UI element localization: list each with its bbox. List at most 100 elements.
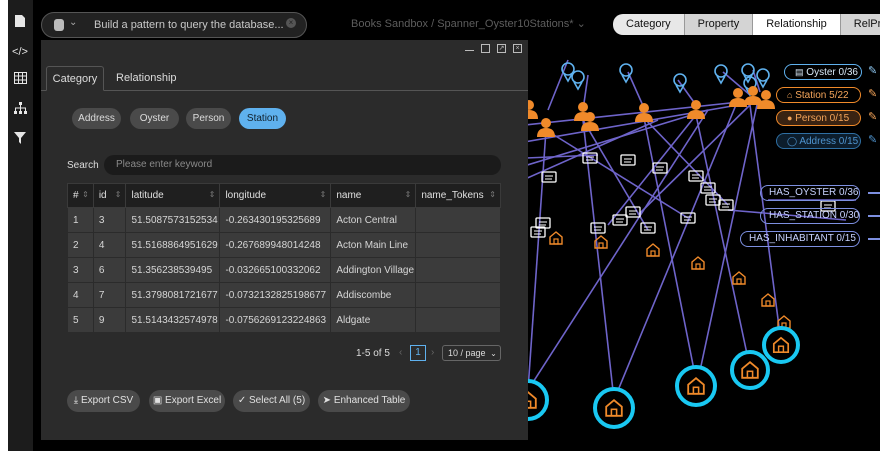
legend-has-oyster-label: HAS_OYSTER 0/36	[769, 187, 859, 198]
export-excel-label: Export Excel	[165, 395, 222, 406]
brush-icon[interactable]: ✎	[868, 110, 877, 123]
sort-icon[interactable]: ⇕	[320, 190, 327, 199]
panel-tabs: Category Relationship	[41, 66, 528, 91]
legend-oyster[interactable]: ▤ Oyster 0/36	[784, 64, 862, 80]
column-header[interactable]: longitude ⇕	[219, 183, 332, 208]
cell-latitude: 51.5087573152534	[125, 207, 221, 233]
pagination-page[interactable]: 1	[410, 345, 426, 361]
table-row[interactable]: 2 4 51.5168864951629 -0.267689948014248 …	[67, 232, 501, 258]
export-excel-button[interactable]: ▣ Export Excel	[149, 390, 225, 412]
legend-has-oyster[interactable]: HAS_OYSTER 0/36	[760, 185, 860, 201]
person-nodes	[520, 86, 775, 137]
document-icon[interactable]	[12, 14, 28, 30]
tab-relationship[interactable]: Relationship	[116, 66, 177, 91]
brush-icon[interactable]: ✎	[868, 87, 877, 100]
cell-latitude: 51.5168864951629	[125, 232, 221, 258]
cell-index: 3	[67, 257, 94, 283]
clear-icon[interactable]: ×	[286, 18, 296, 28]
legend-address[interactable]: ◯ Address 0/15	[776, 133, 861, 149]
popout-icon[interactable]: ↗	[497, 44, 506, 53]
document-title[interactable]: Books Sandbox / Spanner_Oyster10Stations…	[351, 17, 586, 30]
tab-property[interactable]: Property	[684, 14, 754, 35]
sort-icon[interactable]: ⇕	[82, 190, 89, 199]
legend-has-station-label: HAS_STATION 0/30	[769, 210, 860, 221]
legend-has-inhabitant-label: HAS_INHABITANT 0/15	[749, 233, 856, 244]
cell-latitude: 51.5143432574978	[125, 307, 221, 333]
tab-relproperty[interactable]: RelProperty	[840, 14, 880, 35]
column-header[interactable]: id ⇕	[92, 183, 127, 208]
legend-station[interactable]: ⌂ Station 5/22	[776, 87, 861, 103]
rel-color-swatch	[868, 238, 880, 240]
app-window: </> ⌄ Build a pattern to query the datab…	[8, 0, 880, 451]
cell-name-tokens	[415, 307, 501, 333]
sort-icon[interactable]: ⇕	[209, 190, 216, 199]
cell-latitude: 51.3798081721677	[125, 282, 221, 308]
cell-longitude: -0.032665100332062	[219, 257, 332, 283]
cell-id: 3	[92, 207, 127, 233]
pill-oyster[interactable]: Oyster	[130, 108, 179, 129]
selected-station-nodes[interactable]	[507, 326, 800, 429]
cell-longitude: -0.0732132825198677	[219, 282, 332, 308]
keyword-search-input[interactable]: Please enter keyword	[104, 155, 501, 175]
table-row[interactable]: 5 9 51.5143432574978 -0.0756269123224863…	[67, 307, 501, 333]
filter-icon[interactable]	[12, 132, 28, 148]
legend-has-inhabitant[interactable]: HAS_INHABITANT 0/15	[740, 231, 860, 247]
cell-longitude: -0.263430195325689	[219, 207, 332, 233]
chevron-right-icon[interactable]: ›	[431, 347, 434, 358]
cell-name: Addiscombe	[330, 282, 417, 308]
chevron-left-icon[interactable]: ‹	[399, 347, 402, 358]
chevron-down-icon: ⌄	[490, 349, 497, 358]
sort-icon[interactable]: ⇕	[489, 190, 496, 199]
table-row[interactable]: 4 7 51.3798081721677 -0.0732132825198677…	[67, 282, 501, 308]
legend-person[interactable]: ● Person 0/15	[776, 110, 861, 126]
legend-has-station[interactable]: HAS_STATION 0/30	[760, 208, 860, 224]
tab-relationship[interactable]: Relationship	[753, 14, 841, 35]
cell-id: 6	[92, 257, 127, 283]
cell-index: 5	[67, 307, 94, 333]
page-size-select[interactable]: 10 / page ⌄	[442, 345, 501, 361]
panel-controls: ↗ ×	[465, 44, 522, 53]
cell-longitude: -0.267689948014248	[219, 232, 332, 258]
enhanced-table-button[interactable]: ➤ Enhanced Table	[318, 390, 410, 412]
column-header[interactable]: # ⇕	[67, 183, 94, 208]
pattern-search-bar[interactable]: ⌄ Build a pattern to query the database.…	[41, 12, 307, 38]
hierarchy-icon[interactable]	[12, 102, 28, 118]
cell-name: Acton Central	[330, 207, 417, 233]
pattern-search-placeholder: Build a pattern to query the database...	[94, 19, 284, 31]
cell-id: 9	[92, 307, 127, 333]
minimize-icon[interactable]	[465, 44, 474, 51]
cell-name-tokens	[415, 282, 501, 308]
column-header[interactable]: name ⇕	[330, 183, 417, 208]
tab-category[interactable]: Category	[613, 14, 685, 35]
page-size-value: 10 / page	[448, 348, 486, 358]
pill-address[interactable]: Address	[72, 108, 121, 129]
cell-name: Addington Village	[330, 257, 417, 283]
chevron-down-icon[interactable]: ⌄	[69, 17, 77, 28]
select-all-label: Select All (5)	[249, 395, 306, 406]
sort-icon[interactable]: ⇕	[115, 190, 122, 199]
data-table-panel: ↗ × Category Relationship Address Oyster…	[41, 40, 528, 440]
excel-icon: ▣	[152, 395, 163, 406]
maximize-icon[interactable]	[481, 44, 490, 53]
chevron-down-icon[interactable]: ⌄	[577, 18, 586, 30]
export-csv-label: Export CSV	[80, 395, 134, 406]
brush-icon[interactable]: ✎	[868, 133, 877, 146]
select-all-button[interactable]: ✓ Select All (5)	[233, 390, 310, 412]
enhanced-table-label: Enhanced Table	[333, 395, 406, 406]
pin-icon: ◯	[787, 136, 798, 146]
tab-category[interactable]: Category	[46, 66, 104, 91]
close-icon[interactable]: ×	[513, 44, 522, 53]
pill-station[interactable]: Station	[239, 108, 286, 129]
brush-icon[interactable]: ✎	[868, 64, 877, 77]
pill-person[interactable]: Person	[186, 108, 231, 129]
table-row[interactable]: 3 6 51.356238539495 -0.032665100332062 A…	[67, 257, 501, 283]
sort-icon[interactable]: ⇕	[405, 190, 412, 199]
table-row[interactable]: 1 3 51.5087573152534 -0.263430195325689 …	[67, 207, 501, 233]
table-icon[interactable]	[12, 72, 28, 88]
column-header[interactable]: name_Tokens ⇕	[415, 183, 501, 208]
cell-index: 4	[67, 282, 94, 308]
column-header[interactable]: latitude ⇕	[125, 183, 221, 208]
code-icon[interactable]: </>	[12, 44, 28, 60]
export-csv-button[interactable]: ⤓ Export CSV	[67, 390, 140, 412]
cell-longitude: -0.0756269123224863	[219, 307, 332, 333]
